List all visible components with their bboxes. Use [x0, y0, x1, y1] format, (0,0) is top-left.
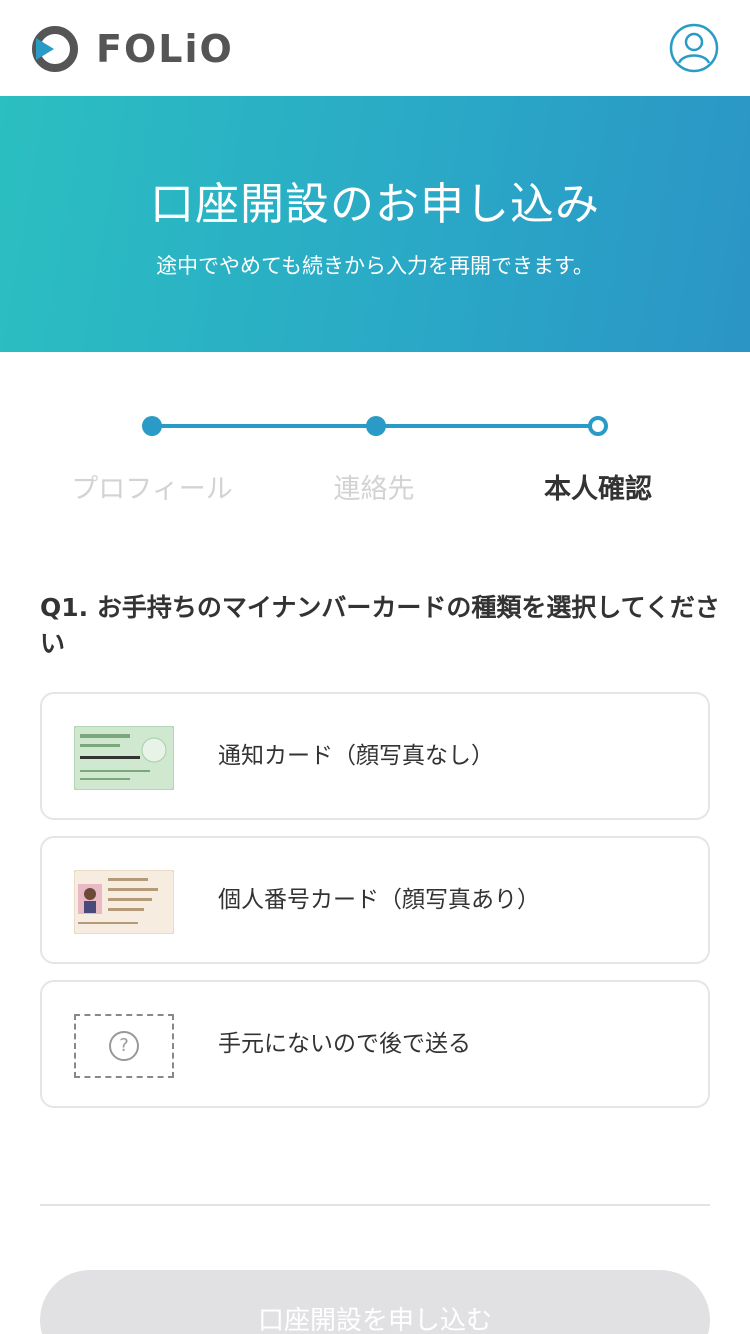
- option-label: 通知カード（顔写真なし）: [218, 743, 494, 769]
- divider: [40, 1204, 710, 1206]
- logo-text: FOLiO: [96, 27, 234, 71]
- step-label-contact: 連絡先: [333, 474, 415, 505]
- placeholder-card-frame: ?: [74, 1014, 174, 1078]
- notification-card-icon: [74, 726, 174, 790]
- page-title: 口座開設のお申し込み: [150, 179, 600, 230]
- step-connector: [152, 424, 376, 428]
- step-dot-profile: [142, 416, 162, 436]
- question-icon: ?: [109, 1031, 139, 1061]
- folio-logo[interactable]: FOLiO: [32, 26, 234, 72]
- step-label-identity: 本人確認: [544, 474, 652, 505]
- step-connector: [376, 424, 598, 428]
- hero-banner: 口座開設のお申し込み 途中でやめても続きから入力を再開できます。: [0, 96, 750, 352]
- option-label: 個人番号カード（顔写真あり）: [218, 887, 540, 913]
- step-dot-identity: [588, 416, 608, 436]
- user-account-icon[interactable]: [669, 23, 719, 73]
- step-label-profile: プロフィール: [71, 474, 233, 505]
- option-label: 手元にないので後で送る: [218, 1031, 471, 1057]
- option-send-later[interactable]: ? 手元にないので後で送る: [40, 980, 710, 1108]
- question-heading: Q1. お手持ちのマイナンバーカードの種類を選択してください: [40, 593, 720, 658]
- my-number-card-icon: [74, 870, 174, 934]
- page-subtitle: 途中でやめても続きから入力を再開できます。: [156, 254, 594, 278]
- option-my-number-card[interactable]: 個人番号カード（顔写真あり）: [40, 836, 710, 964]
- step-dot-contact: [366, 416, 386, 436]
- progress-stepper: プロフィール 連絡先 本人確認: [0, 405, 750, 515]
- option-notification-card[interactable]: 通知カード（顔写真なし）: [40, 692, 710, 820]
- submit-button[interactable]: 口座開設を申し込む: [40, 1270, 710, 1334]
- folio-logo-icon: [32, 26, 78, 72]
- app-header: FOLiO: [0, 0, 750, 96]
